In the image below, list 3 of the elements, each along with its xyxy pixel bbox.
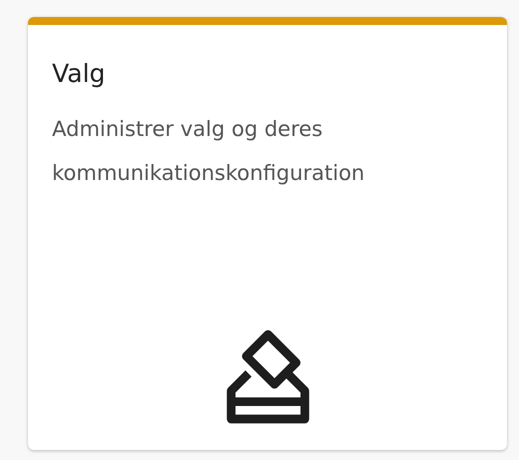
card-background[interactable]: Valg Administrer valg og deres kommunikationskonfiguration: [28, 17, 507, 450]
card-title: Valg: [52, 59, 106, 89]
card-description: Administrer valg og deres kommunikationskonfiguration: [52, 116, 366, 187]
